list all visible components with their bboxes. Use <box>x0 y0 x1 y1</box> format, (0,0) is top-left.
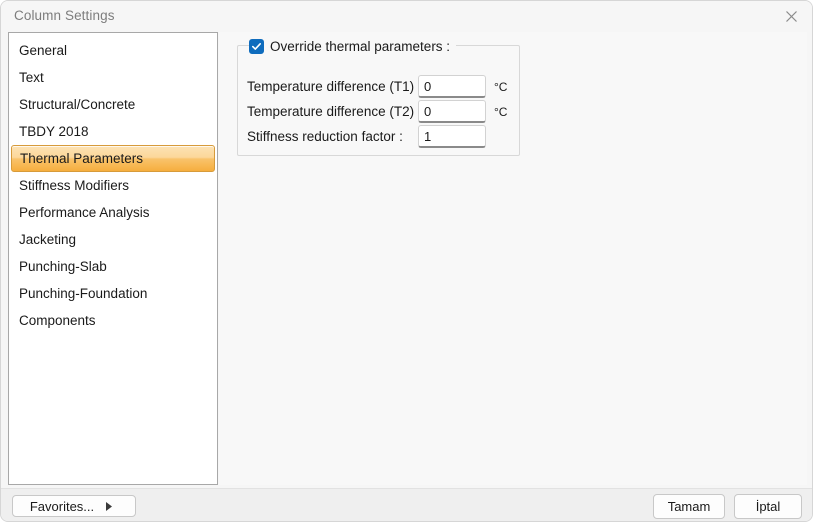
temperature-difference-t1-unit: °C <box>494 80 507 94</box>
sidebar-item-structural-concrete[interactable]: Structural/Concrete <box>11 91 215 118</box>
sidebar-item-label: Stiffness Modifiers <box>11 178 129 193</box>
sidebar-item-components[interactable]: Components <box>11 307 215 334</box>
sidebar-item-label: Punching-Slab <box>11 259 107 274</box>
temperature-difference-t1-label: Temperature difference (T1) : <box>247 79 422 94</box>
sidebar-item-label: Structural/Concrete <box>11 97 135 112</box>
sidebar-item-jacketing[interactable]: Jacketing <box>11 226 215 253</box>
override-thermal-parameters-checkbox[interactable] <box>249 39 264 54</box>
cancel-button[interactable]: İptal <box>734 494 802 519</box>
sidebar-item-label: Punching-Foundation <box>11 286 147 301</box>
window-title: Column Settings <box>14 8 115 23</box>
nav-list: General Text Structural/Concrete TBDY 2018 T… <box>9 33 217 334</box>
override-thermal-parameters-label: Override thermal parameters : <box>270 39 450 54</box>
sidebar-item-label: Thermal Parameters <box>12 151 143 166</box>
sidebar-item-text[interactable]: Text <box>11 64 215 91</box>
temperature-difference-t1-input[interactable] <box>418 75 486 98</box>
favorites-button[interactable]: Favorites... <box>12 495 136 517</box>
temperature-difference-t2-unit: °C <box>494 105 507 119</box>
sidebar-item-label: Text <box>11 70 44 85</box>
sidebar-item-label: Jacketing <box>11 232 76 247</box>
stiffness-reduction-factor-input[interactable] <box>418 125 486 148</box>
triangle-right-icon <box>106 502 113 511</box>
close-icon[interactable] <box>768 1 813 32</box>
sidebar-item-tbdy-2018[interactable]: TBDY 2018 <box>11 118 215 145</box>
sidebar-item-label: Performance Analysis <box>11 205 150 220</box>
checkmark-icon <box>251 41 262 52</box>
stiffness-reduction-factor-row: Stiffness reduction factor : <box>238 124 521 149</box>
ok-button[interactable]: Tamam <box>653 494 725 519</box>
thermal-parameters-panel: Override thermal parameters : Temperatur… <box>219 32 807 485</box>
override-thermal-parameters-group: Override thermal parameters : Temperatur… <box>237 45 520 156</box>
settings-category-list[interactable]: General Text Structural/Concrete TBDY 2018 T… <box>8 32 218 485</box>
column-settings-dialog: Column Settings General Text Structural/Co… <box>0 0 813 522</box>
sidebar-item-punching-slab[interactable]: Punching-Slab <box>11 253 215 280</box>
sidebar-item-general[interactable]: General <box>11 37 215 64</box>
sidebar-item-label: Components <box>11 313 96 328</box>
temperature-difference-t1-row: Temperature difference (T1) : °C <box>238 74 521 99</box>
group-header: Override thermal parameters : <box>249 36 456 56</box>
favorites-button-label: Favorites... <box>13 499 135 514</box>
stiffness-reduction-factor-label: Stiffness reduction factor : <box>247 129 403 144</box>
sidebar-item-punching-foundation[interactable]: Punching-Foundation <box>11 280 215 307</box>
temperature-difference-t2-row: Temperature difference (T2) : °C <box>238 99 521 124</box>
sidebar-item-thermal-parameters[interactable]: Thermal Parameters <box>11 145 215 172</box>
sidebar-item-performance-analysis[interactable]: Performance Analysis <box>11 199 215 226</box>
sidebar-item-label: TBDY 2018 <box>11 124 89 139</box>
temperature-difference-t2-label: Temperature difference (T2) : <box>247 104 422 119</box>
temperature-difference-t2-input[interactable] <box>418 100 486 123</box>
sidebar-item-stiffness-modifiers[interactable]: Stiffness Modifiers <box>11 172 215 199</box>
title-bar: Column Settings <box>1 1 813 32</box>
sidebar-item-label: General <box>11 43 67 58</box>
